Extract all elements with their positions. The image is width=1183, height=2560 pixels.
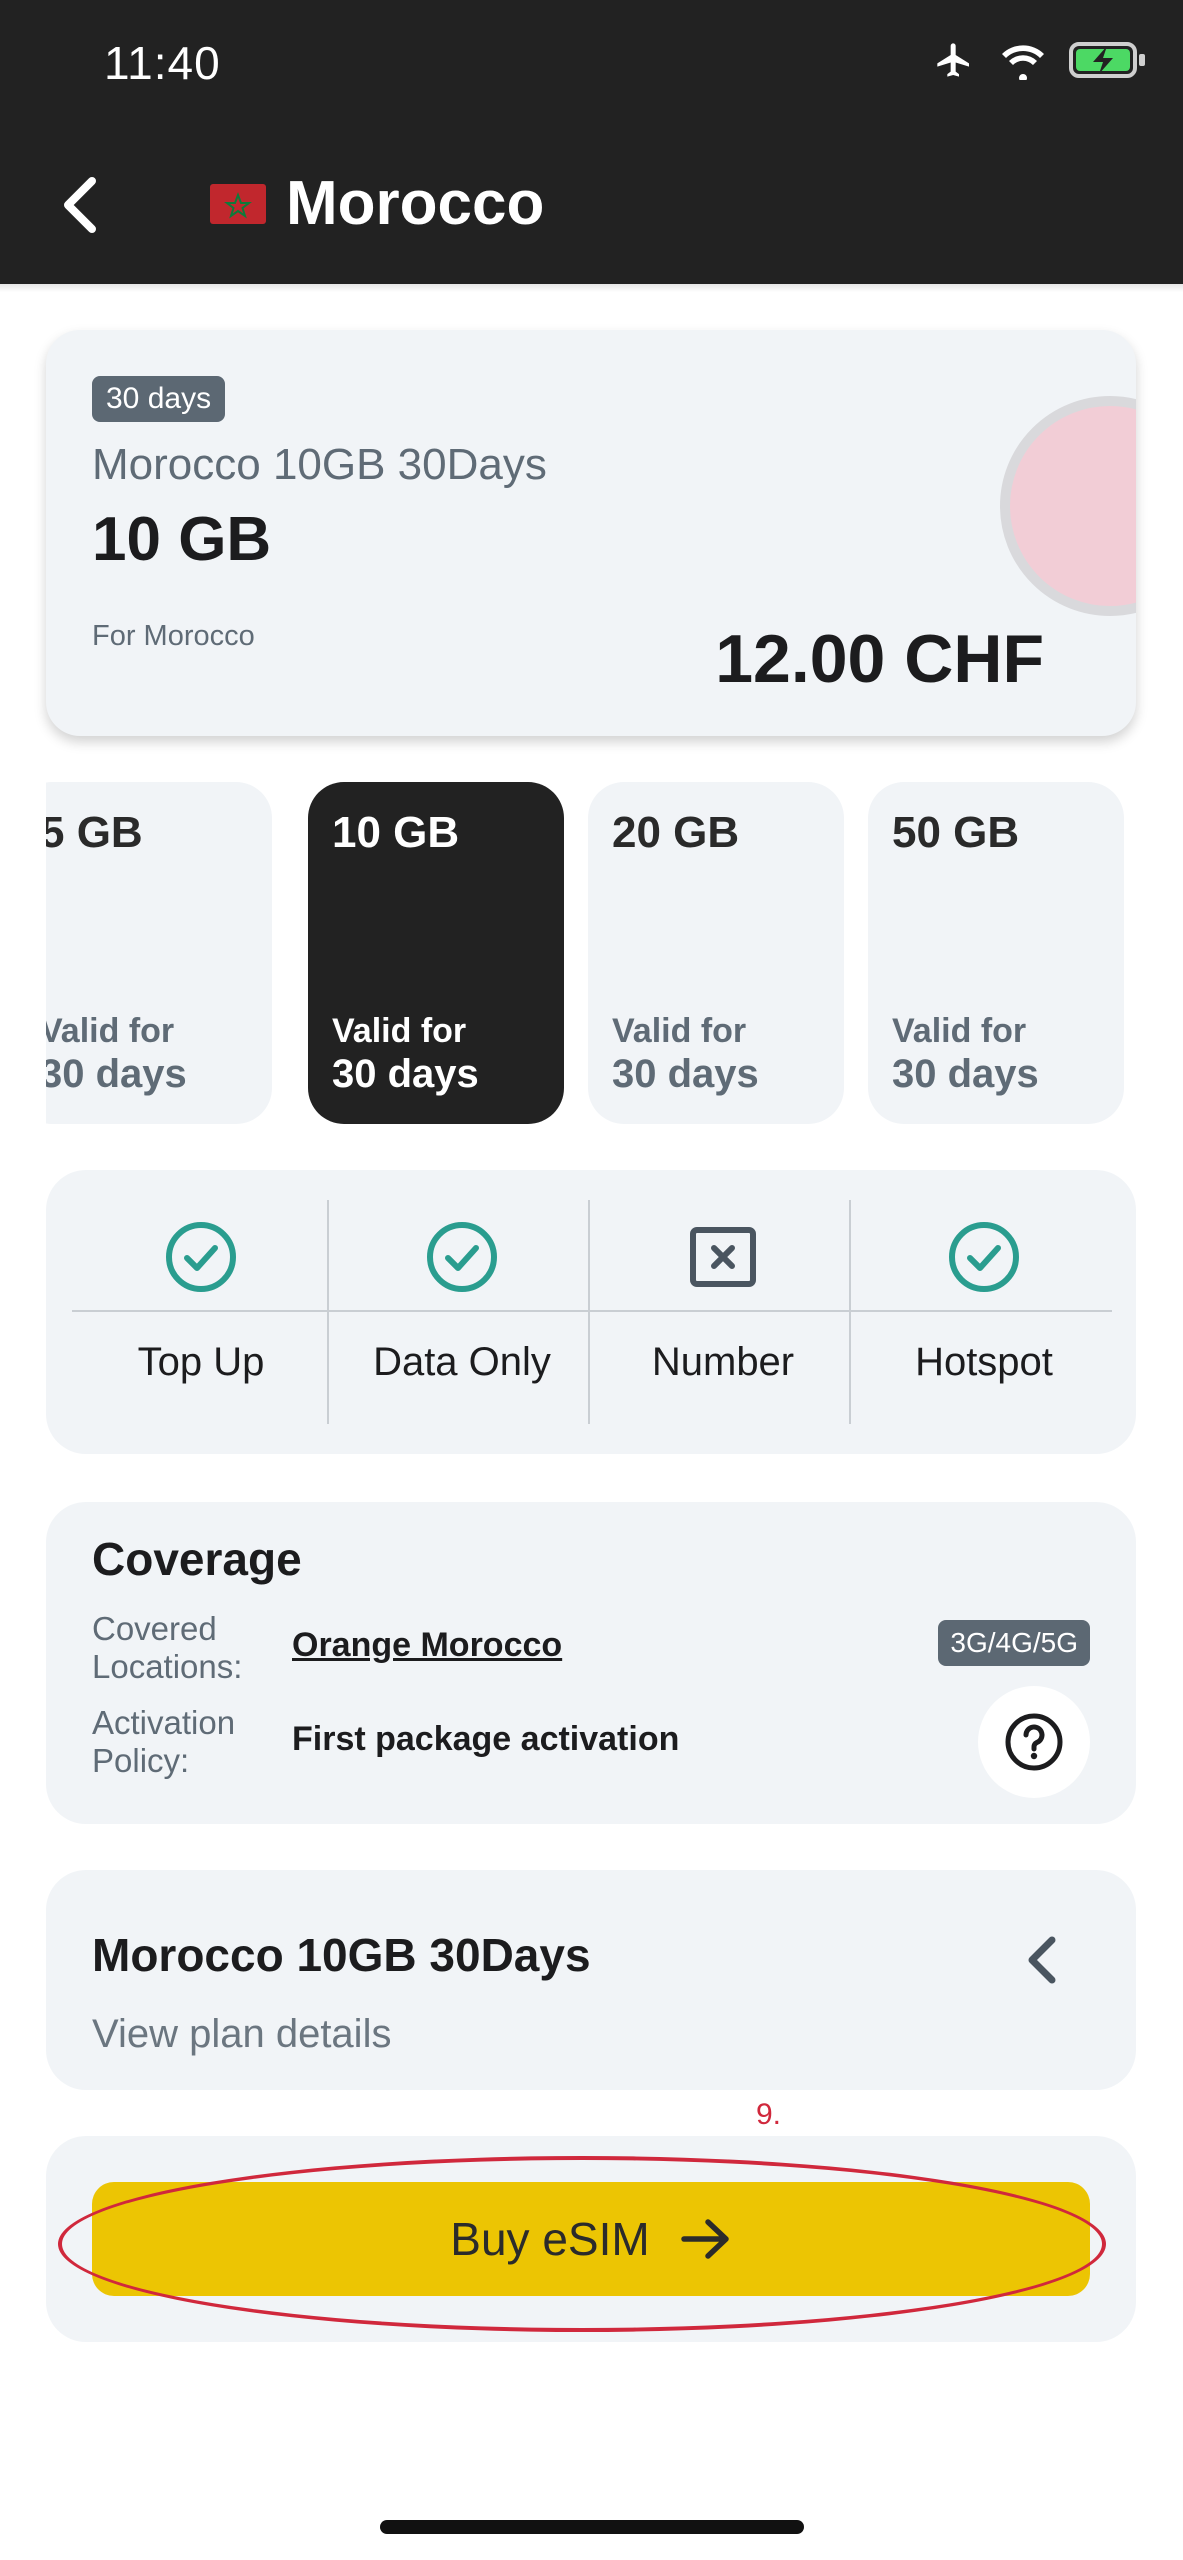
feature-divider [849,1200,851,1424]
duration-badge: 30 days [92,376,226,422]
coverage-title: Coverage [92,1533,302,1585]
check-circle-icon [166,1222,236,1292]
covered-locations-label: Covered Locations: [92,1610,243,1685]
check-circle-icon [427,1222,497,1292]
feature-divider [588,1200,590,1424]
plan-details-title: Morocco 10GB 30Days [92,1929,591,1981]
page-title: Morocco [286,169,545,238]
package-days: 30 days [612,1052,759,1096]
header-shadow [0,284,1183,292]
package-option-20gb[interactable]: 20 GB Valid for 30 days [588,782,844,1124]
feature-divider [327,1200,329,1424]
package-option-5gb[interactable]: 5 GB Valid for 30 days [46,782,272,1124]
features-panel: Top Up Data Only Number Hotspot [46,1170,1136,1454]
feature-data-only: Data Only [331,1200,593,1426]
top-header: 11:40 Morocco [0,0,1183,284]
package-option-50gb[interactable]: 50 GB Valid for 30 days [868,782,1124,1124]
plan-region-label: For Morocco [92,620,255,652]
plan-summary-card: 30 days Morocco 10GB 30Days 10 GB For Mo… [46,330,1136,736]
plan-price: 12.00 CHF [715,621,1044,697]
package-days: 30 days [332,1052,479,1096]
battery-charging-icon [1069,42,1145,78]
chevron-left-icon [64,177,96,233]
question-circle-icon [1005,1713,1063,1771]
status-icons [931,40,1147,80]
feature-label: Number [651,1340,795,1384]
activation-policy-value: First package activation [292,1720,680,1758]
x-box-icon [690,1227,756,1287]
package-valid-label: Valid for [892,1012,1027,1050]
plan-name: Morocco 10GB 30Days [92,440,547,489]
plan-data-size: 10 GB [92,505,272,574]
feature-label: Hotspot [915,1340,1053,1384]
morocco-flag-icon [210,183,266,224]
feature-label: Top Up [137,1340,265,1384]
feature-top-up: Top Up [70,1200,332,1426]
help-button[interactable] [978,1686,1090,1798]
package-days: 30 days [892,1052,1039,1096]
view-plan-details-link[interactable]: View plan details [92,2012,391,2057]
home-indicator [380,2520,804,2534]
feature-hotspot: Hotspot [853,1200,1115,1426]
wifi-icon [1002,45,1044,80]
chevron-left-icon[interactable] [1018,1932,1066,1988]
feature-label: Data Only [373,1340,551,1384]
package-option-10gb[interactable]: 10 GB Valid for 30 days [308,782,564,1124]
status-time: 11:40 [104,37,221,89]
network-badge: 3G/4G/5G [938,1620,1090,1666]
feature-divider-horizontal [72,1310,1112,1312]
activation-policy-label: Activation Policy: [92,1704,236,1779]
decorative-circle [1000,396,1136,616]
package-valid-label: Valid for [332,1012,467,1050]
plan-details-panel[interactable]: Morocco 10GB 30Days View plan details [46,1870,1136,2090]
covered-locations-link[interactable]: Orange Morocco [292,1626,562,1665]
package-size: 5 GB [46,808,143,857]
coverage-panel: Coverage Covered Locations: Orange Moroc… [46,1502,1136,1824]
package-valid-label: Valid for [612,1012,747,1050]
package-days: 30 days [46,1052,187,1096]
annotation-step-number: 9. [756,2098,782,2131]
back-button[interactable] [50,168,110,242]
package-size: 10 GB [332,808,460,857]
package-selector[interactable]: 5 GB Valid for 30 days 10 GB Valid for 3… [46,782,1136,1124]
annotation-highlight-ring [58,2156,1106,2332]
title-group: Morocco [210,168,544,239]
check-circle-icon [949,1222,1019,1292]
package-valid-label: Valid for [46,1012,175,1050]
package-size: 20 GB [612,808,740,857]
airplane-icon [937,43,969,77]
package-size: 50 GB [892,808,1020,857]
feature-number: Number [592,1200,854,1426]
